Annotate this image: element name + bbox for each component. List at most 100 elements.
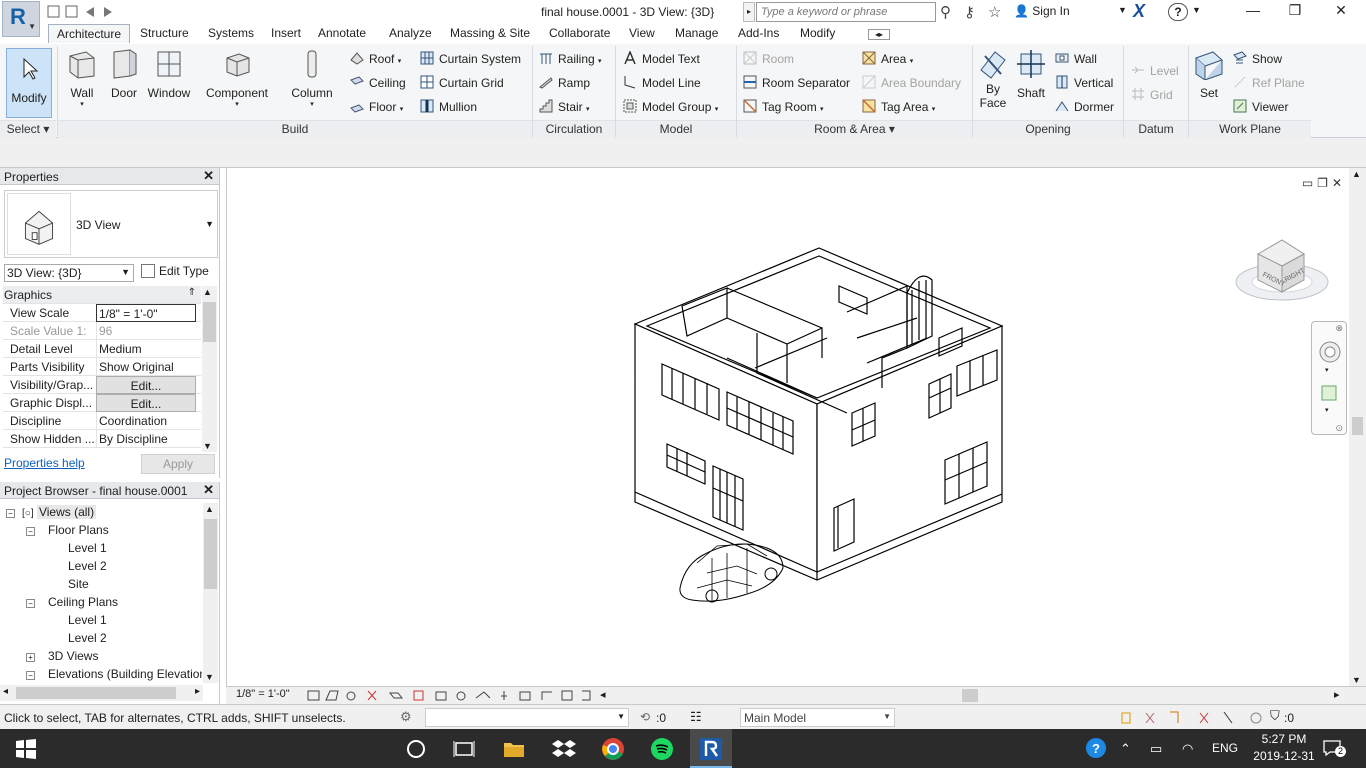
zoom-region-icon[interactable] bbox=[1320, 384, 1340, 404]
property-row[interactable]: View Scale 1/8" = 1'-0" bbox=[3, 304, 201, 322]
by-face-button[interactable]: By Face bbox=[976, 48, 1010, 110]
stair-button[interactable]: Stair ▾ bbox=[539, 99, 590, 114]
roof-button[interactable]: Roof ▾ bbox=[350, 51, 401, 66]
quick-access-toolbar[interactable] bbox=[46, 4, 126, 23]
set-workplane-button[interactable]: Set bbox=[1192, 48, 1226, 100]
show-workplane-button[interactable]: Show bbox=[1233, 51, 1282, 66]
horizontal-scroll-thumb[interactable] bbox=[962, 689, 978, 702]
viewport-vertical-scrollbar[interactable]: ▲ ▼ bbox=[1349, 168, 1366, 686]
design-options-icon[interactable]: ☷ bbox=[690, 709, 702, 725]
cortana-search-icon[interactable] bbox=[404, 737, 428, 761]
tab-collaborate[interactable]: Collaborate bbox=[549, 26, 610, 40]
tab-structure[interactable]: Structure bbox=[140, 26, 189, 40]
dropbox-icon[interactable] bbox=[552, 737, 576, 761]
tab-insert[interactable]: Insert bbox=[271, 26, 301, 40]
tree-node-3d-views[interactable]: 3D Views bbox=[48, 649, 98, 663]
browser-vertical-scrollbar[interactable]: ▲ ▼ bbox=[203, 503, 218, 683]
tab-annotate[interactable]: Annotate bbox=[318, 26, 366, 40]
tab-view[interactable]: View bbox=[629, 26, 655, 40]
apply-button[interactable]: Apply bbox=[141, 454, 215, 474]
help-dropdown-icon[interactable]: ▼ bbox=[1192, 5, 1201, 15]
view-scale-button[interactable]: 1/8" = 1'-0" bbox=[236, 688, 290, 700]
ceiling-button[interactable]: Ceiling bbox=[350, 75, 406, 90]
dormer-button[interactable]: Dormer bbox=[1055, 99, 1114, 114]
room-button[interactable]: Room bbox=[743, 51, 794, 66]
chevron-up-icon[interactable]: ⌃ bbox=[1120, 741, 1131, 757]
restore-button[interactable]: ❐ bbox=[1280, 2, 1310, 19]
browser-horizontal-scrollbar[interactable]: ◂ ▸ bbox=[0, 685, 203, 701]
task-view-icon[interactable] bbox=[452, 737, 476, 761]
input-language[interactable]: ENG bbox=[1212, 741, 1238, 755]
model-text-button[interactable]: Model Text bbox=[623, 51, 700, 66]
minimize-button[interactable]: — bbox=[1238, 2, 1268, 18]
help-button[interactable]: ? bbox=[1168, 3, 1188, 21]
collapse-icon[interactable]: − bbox=[6, 509, 15, 518]
search-input[interactable]: Type a keyword or phrase bbox=[756, 2, 936, 22]
ref-plane-button[interactable]: Ref Plane bbox=[1233, 75, 1305, 90]
tree-node-elevations[interactable]: Elevations (Building Elevation bbox=[48, 667, 202, 681]
properties-scrollbar[interactable]: ▲ ▼ bbox=[202, 286, 217, 452]
tab-systems[interactable]: Systems bbox=[208, 26, 254, 40]
view-control-icons[interactable] bbox=[306, 688, 606, 703]
ribbon-minimize-toggle[interactable]: ◂▸ bbox=[868, 29, 891, 40]
tab-massing-site[interactable]: Massing & Site bbox=[450, 26, 530, 40]
worksets-icon[interactable]: ⚙ bbox=[400, 709, 412, 725]
tab-analyze[interactable]: Analyze bbox=[389, 26, 432, 40]
area-boundary-button[interactable]: Area Boundary bbox=[862, 75, 961, 90]
scroll-left-icon[interactable]: ◂ bbox=[600, 688, 606, 701]
spotify-icon[interactable] bbox=[650, 737, 674, 761]
sign-in-dropdown-icon[interactable]: ▼ bbox=[1118, 5, 1127, 15]
viewer-button[interactable]: Viewer bbox=[1233, 99, 1288, 114]
3d-viewport[interactable]: ▭❐✕ bbox=[226, 168, 1366, 686]
property-row[interactable]: Graphic Displ... Edit... bbox=[3, 394, 201, 412]
close-button[interactable]: ✕ bbox=[1326, 2, 1356, 19]
floor-button[interactable]: Floor ▾ bbox=[350, 99, 403, 114]
view-scale-field[interactable]: 1/8" = 1'-0" bbox=[96, 304, 196, 322]
model-line-button[interactable]: Model Line bbox=[623, 75, 701, 90]
mullion-button[interactable]: Mullion bbox=[420, 99, 477, 114]
grid-button[interactable]: Grid bbox=[1131, 87, 1173, 102]
tab-modify[interactable]: Modify bbox=[800, 26, 835, 40]
property-row[interactable]: Parts Visibility Show Original bbox=[3, 358, 201, 376]
close-properties-button[interactable]: ✕ bbox=[203, 168, 214, 184]
scroll-right-icon[interactable]: ▸ bbox=[1334, 688, 1340, 701]
ramp-button[interactable]: Ramp bbox=[539, 75, 590, 90]
viewcube[interactable]: FRONT RIGHT bbox=[1232, 234, 1332, 306]
select-panel-label[interactable]: Select ▾ bbox=[0, 120, 56, 138]
subscription-center-icon[interactable]: ⚷ bbox=[964, 3, 975, 21]
wall-button[interactable]: Wall ▾ bbox=[62, 48, 102, 108]
sign-in-button[interactable]: 👤 Sign In bbox=[1014, 4, 1070, 18]
tab-architecture[interactable]: Architecture bbox=[48, 24, 131, 43]
tree-node-site[interactable]: Site bbox=[68, 577, 89, 591]
door-button[interactable]: Door bbox=[106, 48, 142, 100]
type-selector[interactable]: 3D View ▼ bbox=[4, 190, 218, 258]
curtain-grid-button[interactable]: Curtain Grid bbox=[420, 75, 504, 90]
tree-node-ceiling-level-1[interactable]: Level 1 bbox=[68, 613, 107, 627]
property-row[interactable]: Visibility/Grap... Edit... bbox=[3, 376, 201, 394]
navbar-options-icon[interactable]: ⊙ bbox=[1335, 423, 1343, 434]
railing-button[interactable]: Railing ▾ bbox=[539, 51, 602, 66]
edit-type-button[interactable]: Edit Type bbox=[141, 264, 209, 278]
visibility-edit-button[interactable]: Edit... bbox=[96, 376, 196, 394]
active-workset-field[interactable]: ▼ bbox=[425, 708, 629, 727]
shaft-button[interactable]: Shaft bbox=[1013, 48, 1049, 100]
property-row[interactable]: Show Hidden ... By Discipline bbox=[3, 430, 201, 448]
clock[interactable]: 5:27 PM 2019-12-31 bbox=[1252, 731, 1316, 765]
properties-help-link[interactable]: Properties help bbox=[4, 456, 85, 470]
tab-manage[interactable]: Manage bbox=[675, 26, 718, 40]
tab-add-ins[interactable]: Add-Ins bbox=[738, 26, 779, 40]
modify-button[interactable]: Modify bbox=[6, 48, 52, 118]
tree-node-ceiling-level-2[interactable]: Level 2 bbox=[68, 631, 107, 645]
tree-node-ceiling-plans[interactable]: Ceiling Plans bbox=[48, 595, 118, 609]
graphics-group-header[interactable]: Graphics ⇑ bbox=[3, 286, 201, 304]
binoculars-icon[interactable]: ⚲ bbox=[940, 3, 951, 21]
active-model-field[interactable]: Main Model ▼ bbox=[740, 708, 895, 727]
model-group-button[interactable]: Model Group ▾ bbox=[623, 99, 718, 114]
revit-taskbar-button[interactable] bbox=[690, 729, 732, 768]
chevron-down-icon[interactable]: ▾ bbox=[1325, 366, 1329, 374]
collapse-icon[interactable]: − bbox=[26, 671, 35, 680]
quick-access-icons[interactable] bbox=[46, 4, 126, 20]
level-button[interactable]: Level bbox=[1131, 63, 1179, 78]
expand-icon[interactable]: + bbox=[26, 653, 35, 662]
tree-node-level-1[interactable]: Level 1 bbox=[68, 541, 107, 555]
